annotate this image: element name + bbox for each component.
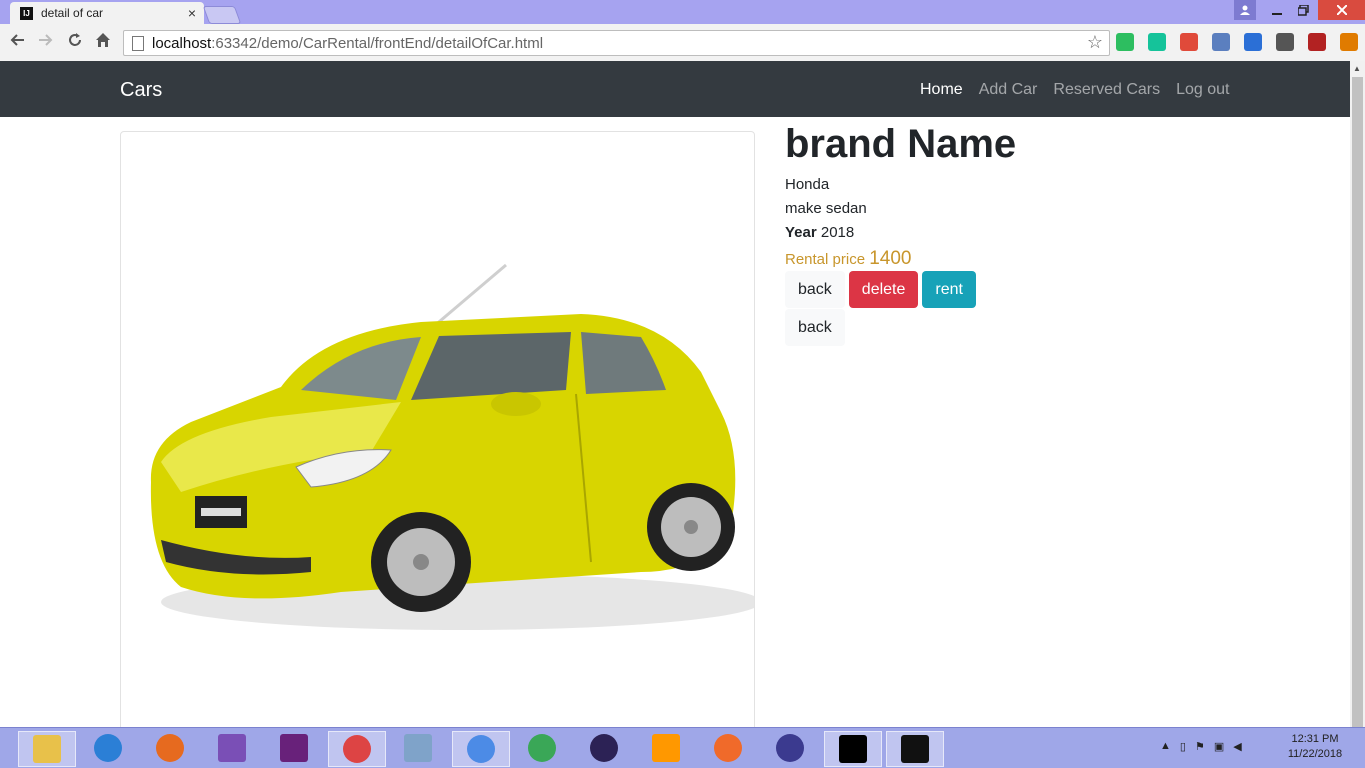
back-arrow-icon[interactable] <box>9 32 25 53</box>
grammarly-icon[interactable] <box>1148 33 1166 51</box>
restore-icon[interactable] <box>1292 0 1314 20</box>
mysql-icon[interactable] <box>886 731 944 767</box>
tray-up-arrow-icon[interactable]: ▲ <box>1160 740 1171 753</box>
page-scrollbar[interactable]: ▲ <box>1350 61 1365 739</box>
em-icon[interactable] <box>1308 33 1326 51</box>
browser-tab[interactable]: IJ detail of car × <box>10 2 204 24</box>
browser-toolbar: localhost:63342/demo/CarRental/frontEnd/… <box>0 24 1365 62</box>
camera-icon[interactable] <box>1212 33 1230 51</box>
intellij-taskbar-icon[interactable] <box>824 731 882 767</box>
user-profile-icon[interactable] <box>1234 0 1256 20</box>
address-bar[interactable]: localhost:63342/demo/CarRental/frontEnd/… <box>123 30 1110 56</box>
minimize-icon[interactable] <box>1266 0 1288 20</box>
nav-link-home[interactable]: Home <box>920 81 963 99</box>
year-value: 2018 <box>820 224 855 241</box>
chrome-icon[interactable] <box>452 731 510 767</box>
navbar-links: Home Add Car Reserved Cars Log out <box>920 81 1229 99</box>
nav-link-log-out[interactable]: Log out <box>1176 81 1229 99</box>
back-button[interactable]: back <box>785 271 845 308</box>
visual-studio-icon[interactable] <box>204 731 260 765</box>
nav-link-reserved-cars[interactable]: Reserved Cars <box>1053 81 1160 99</box>
chrome-alt-icon[interactable] <box>514 731 570 765</box>
pdf-icon[interactable] <box>1180 33 1198 51</box>
year-label: Year <box>785 224 817 241</box>
new-tab-button[interactable] <box>202 6 242 24</box>
intellij-icon: IJ <box>20 6 33 20</box>
scroll-thumb[interactable] <box>1352 77 1363 739</box>
sync-icon[interactable] <box>1244 33 1262 51</box>
page-icon <box>132 35 144 51</box>
clock-date: 11/22/2018 <box>1287 748 1343 760</box>
app-navbar: Cars Home Add Car Reserved Cars Log out <box>0 61 1350 117</box>
bookmark-star-icon[interactable]: ☆ <box>1087 32 1103 53</box>
navbar-brand[interactable]: Cars <box>120 79 162 102</box>
taskbar-clock[interactable]: 12:31 PM 11/22/2018 <box>1285 732 1345 762</box>
eclipse-moon-icon[interactable] <box>762 731 818 765</box>
price-label: Rental price <box>785 251 866 268</box>
nav-link-add-car[interactable]: Add Car <box>979 81 1038 99</box>
calculator-icon[interactable] <box>390 731 446 765</box>
shield-icon[interactable] <box>1276 33 1294 51</box>
firefox-icon[interactable] <box>142 731 198 765</box>
windows-taskbar: ▲ ▯ ⚑ ▣ ◀ 12:31 PM 11/22/2018 <box>0 727 1365 768</box>
tray-volume-icon[interactable]: ◀ <box>1233 740 1241 753</box>
forward-arrow-icon[interactable] <box>38 32 54 53</box>
back-button-secondary[interactable]: back <box>785 309 845 346</box>
tray-flag-icon[interactable]: ⚑ <box>1195 740 1205 753</box>
reload-icon[interactable] <box>67 32 83 53</box>
system-tray: ▲ ▯ ⚑ ▣ ◀ <box>1160 740 1242 753</box>
tab-title: detail of car <box>41 6 104 20</box>
file-explorer-icon[interactable] <box>18 731 76 767</box>
tab-close-icon[interactable]: × <box>188 5 196 21</box>
url-path: :63342/demo/CarRental/frontEnd/detailOfC… <box>211 34 544 52</box>
rent-button[interactable]: rent <box>922 271 976 308</box>
car-make: make sedan <box>785 200 867 217</box>
home-icon[interactable] <box>95 32 111 53</box>
eclipse-icon[interactable] <box>576 731 632 765</box>
car-image <box>150 263 754 630</box>
visual-studio-purple-icon[interactable] <box>266 731 322 765</box>
clock-time: 12:31 PM <box>1291 733 1339 745</box>
url-host: localhost <box>152 34 212 52</box>
evernote-icon[interactable] <box>1116 33 1134 51</box>
sublime-text-icon[interactable] <box>638 731 694 765</box>
tray-device-icon[interactable]: ▯ <box>1180 740 1186 753</box>
tray-network-icon[interactable]: ▣ <box>1214 740 1224 753</box>
title-bar: IJ detail of car × <box>0 0 1365 24</box>
internet-explorer-icon[interactable] <box>80 731 136 765</box>
car-image-card <box>120 131 755 743</box>
car-detail-panel: brand Name Honda make sedan Year 2018 Re… <box>785 121 1016 346</box>
rental-price: Rental price 1400 <box>785 248 1016 270</box>
scroll-up-icon[interactable]: ▲ <box>1353 64 1361 73</box>
car-heading: brand Name <box>785 122 1017 166</box>
close-window-icon[interactable] <box>1318 0 1365 20</box>
snipping-tool-icon[interactable] <box>328 731 386 767</box>
delete-button[interactable]: delete <box>848 271 919 308</box>
feather-icon[interactable] <box>700 731 756 765</box>
car-brand: Honda <box>785 176 830 193</box>
car-year: Year 2018 <box>785 221 1016 245</box>
price-value: 1400 <box>869 248 912 269</box>
menu-icon[interactable] <box>1340 33 1358 51</box>
